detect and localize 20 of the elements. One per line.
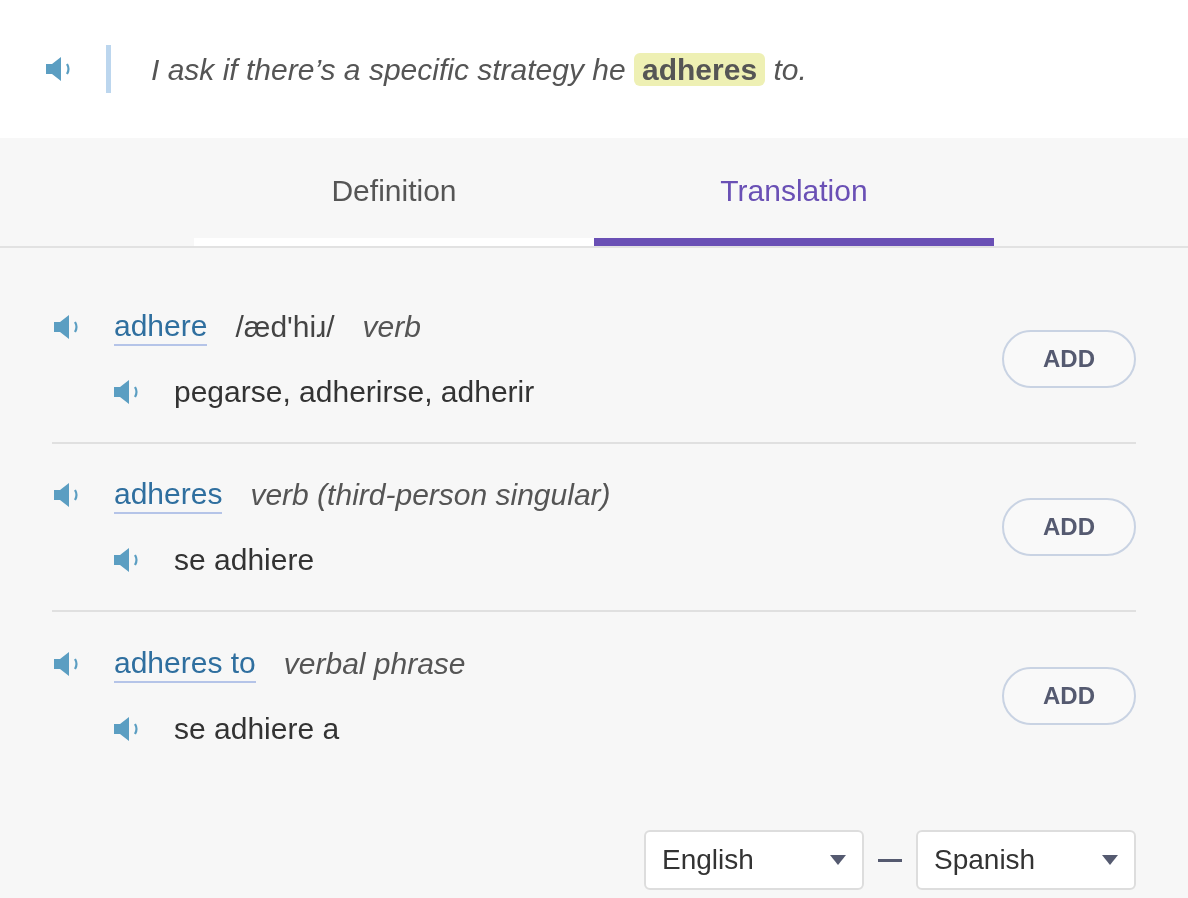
translation-text: pegarse, adherirse, adherir [174,374,535,410]
translation-text: se adhiere [174,542,315,578]
word-link[interactable]: adheres to [114,643,256,684]
part-of-speech: verbal phrase [283,646,466,682]
language-select[interactable]: Spanish [916,830,1136,890]
word-link[interactable]: adheres [114,474,223,515]
part-of-speech: verb (third-person singular) [250,477,611,513]
example-sentence: I ask if there’s a specific strategy he adheres to. [151,51,807,88]
add-button[interactable]: ADD [1002,330,1136,388]
pronunciation: /æd'hiɹ/ [235,309,335,345]
dropdown-caret-icon [1102,855,1118,865]
add-button[interactable]: ADD [1002,667,1136,725]
tab[interactable]: Definition [194,138,594,246]
dropdown-caret-icon [830,855,846,865]
translation-text: se adhiere a [174,711,340,747]
add-button[interactable]: ADD [1002,498,1136,556]
part-of-speech: verb [362,309,421,345]
language-select[interactable]: English [644,830,864,890]
tab[interactable]: Translation [594,138,994,246]
word-link[interactable]: adhere [114,306,208,347]
